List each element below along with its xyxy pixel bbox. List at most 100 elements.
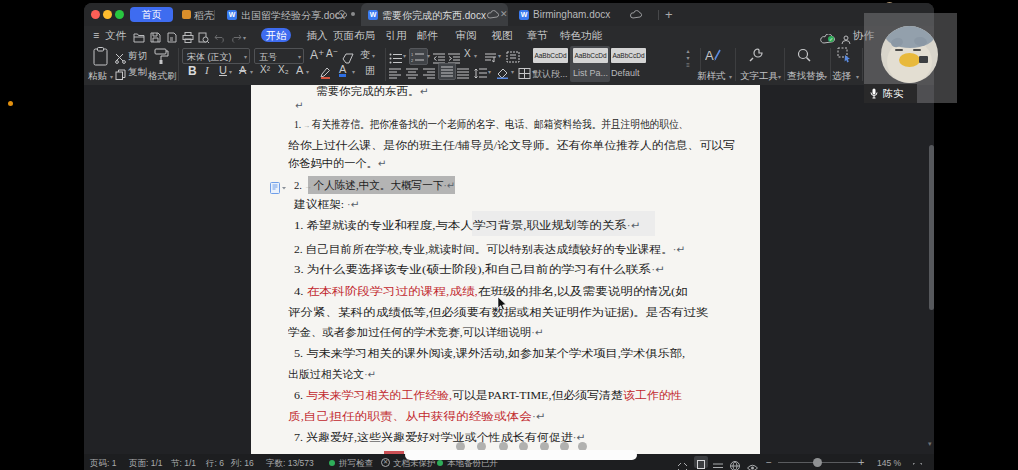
scroll-down-arrow[interactable]: ▾ (928, 440, 932, 448)
wps-writer-icon: W (368, 10, 378, 20)
document-tab[interactable]: W 出国留学经验分享.docx (220, 3, 360, 26)
select-icon[interactable] (837, 47, 853, 67)
cut-label[interactable]: 剪切 (128, 50, 147, 63)
docer-tab[interactable]: 稻壳 (194, 9, 214, 23)
paste-label[interactable]: 粘贴 (88, 70, 107, 83)
copy-icon[interactable] (115, 66, 126, 84)
doc-line: 1.→有关推荐信。把你准备找的一个老师的名字、电话、邮箱资料给我。并且注明他的职… (294, 116, 688, 132)
spellcheck-status-icon[interactable] (329, 460, 335, 466)
status-line: 行: 6 (206, 458, 224, 470)
fit-page-icon[interactable] (913, 458, 922, 470)
participant-name: 陈实 (883, 87, 903, 101)
zoom-percent[interactable]: 145 % (877, 458, 901, 468)
styles-scroll-buttons[interactable]: ▴▾≡ (683, 48, 693, 69)
protect-status-icon[interactable]: ✕ (381, 458, 390, 467)
shading-icon[interactable] (496, 65, 509, 83)
doc-line: 4. 在本科阶段学习过的课程,成绩,在班级的排名,以及需要说明的情况(如 (294, 283, 688, 299)
document-tab-title: 需要你完成的东西.docx (382, 9, 486, 23)
zoom-slider-knob[interactable] (813, 458, 822, 467)
ribbon-tab-6[interactable]: 视图 (490, 28, 515, 42)
ribbon-tab-4[interactable]: 邮件 (415, 28, 440, 42)
doc-line: 1. 希望就读的专业和程度,与本人学习背景,职业规划等的关系·↵ (294, 217, 640, 233)
font-color-button[interactable]: A (339, 63, 346, 77)
ribbon-tab-0[interactable]: 开始 (261, 28, 291, 42)
page-view-icon[interactable] (694, 456, 708, 468)
text-effects-button[interactable]: A (296, 64, 303, 76)
asian-layout-icon[interactable]: X (464, 48, 471, 59)
text-tools-icon[interactable] (748, 47, 764, 67)
vertical-scrollbar-thumb[interactable] (929, 145, 934, 310)
text-tools-label[interactable]: 文字工具 (740, 70, 778, 83)
highlight-color-icon[interactable] (319, 65, 332, 83)
format-painter-icon[interactable] (152, 47, 170, 69)
participant-name-label: 陈实 (864, 84, 917, 103)
ribbon-tab-1[interactable]: 插入 (305, 28, 330, 42)
line-spacing-icon[interactable] (474, 65, 487, 83)
align-center-icon[interactable] (406, 65, 418, 83)
web-view-icon[interactable] (730, 457, 740, 470)
doc-line: 你爸妈中的一个。↵ (288, 155, 386, 171)
distribute-icon[interactable] (457, 65, 469, 83)
font-size-combo[interactable]: 五号 ▾ (254, 48, 304, 64)
cloud-status-icon (487, 10, 500, 19)
wps-window: 首页 稻壳 W 出国留学经验分享.docx W 需要你完成的东西.docx ✕W… (84, 3, 934, 470)
document-tab-title: Birmingham.docx (533, 9, 610, 20)
paste-icon[interactable] (92, 47, 110, 71)
new-style-icon[interactable]: A (705, 47, 722, 67)
bold-button[interactable]: B (188, 64, 197, 78)
find-replace-icon[interactable] (796, 47, 812, 67)
zoom-out-button[interactable]: − (766, 457, 772, 468)
doc-line: 6. 与未来学习相关的工作经验,可以是PART-TIME,但必须写清楚该工作的性 (294, 387, 683, 403)
zoom-window-button[interactable] (115, 10, 124, 19)
select-label[interactable]: 选择 (832, 70, 851, 83)
fullscreen-icon[interactable] (678, 458, 687, 470)
phonetic-guide-icon[interactable]: 变 (360, 48, 370, 62)
copy-label[interactable]: 复制 (128, 66, 147, 79)
subscript-button[interactable]: X₂ (278, 64, 289, 75)
find-replace-label[interactable]: 查找替换 (787, 70, 825, 83)
decrease-font-icon[interactable]: A⁻ (326, 48, 338, 59)
minimize-window-button[interactable] (103, 10, 112, 19)
status-column: 列: 16 (231, 458, 254, 470)
paste-options-icon[interactable] (270, 180, 286, 198)
redo-dropdown-icon[interactable]: ▾ (243, 34, 246, 41)
ribbon-tab-3[interactable]: 引用 (384, 28, 409, 42)
align-left-icon[interactable] (389, 65, 401, 83)
ribbon-tab-8[interactable]: 特色功能 (558, 28, 604, 42)
document-tab[interactable]: W 需要你完成的东西.docx ✕ (361, 3, 508, 26)
numbered-list-icon[interactable]: 12 (409, 48, 428, 65)
outline-view-icon[interactable] (713, 458, 723, 470)
new-tab-button[interactable]: + (665, 7, 673, 22)
close-window-button[interactable] (91, 10, 100, 19)
document-tab[interactable]: W Birmingham.docx (512, 3, 655, 26)
style-card[interactable]: AaBbCcDd (533, 48, 568, 63)
italic-button[interactable]: I (205, 64, 209, 76)
file-menu[interactable]: 文件 (105, 29, 126, 43)
spellcheck-label[interactable]: 拼写检查 (339, 458, 373, 470)
strikethrough-button[interactable]: A (239, 64, 246, 76)
style-card[interactable]: AaBbCcDd (611, 48, 646, 63)
new-style-label[interactable]: 新样式 (697, 70, 726, 83)
close-tab-icon[interactable]: ✕ (500, 9, 508, 19)
eye-protect-icon[interactable] (747, 458, 758, 470)
format-painter-label[interactable]: 格式刷 (148, 70, 177, 83)
borders-icon[interactable] (518, 65, 531, 83)
ribbon-tab-7[interactable]: 章节 (525, 28, 550, 42)
hamburger-menu-icon[interactable]: ≡ (93, 29, 99, 41)
underline-button[interactable]: U (219, 64, 227, 76)
video-call-overlay[interactable]: 陈实 (864, 13, 957, 103)
participant-avatar (881, 26, 938, 83)
font-name-combo[interactable]: 宋体 (正文) ▾ (182, 48, 250, 64)
char-border-button[interactable]: 囲 (365, 64, 375, 78)
ribbon-tab-2[interactable]: 页面布局 (331, 28, 377, 42)
justify-icon[interactable] (438, 63, 456, 80)
align-right-icon[interactable] (423, 65, 435, 83)
ribbon-tab-5[interactable]: 审阅 (454, 28, 479, 42)
zoom-in-button[interactable]: + (858, 456, 864, 468)
document-page[interactable]: 需要你完成的东西。↵↵1.→有关推荐信。把你准备找的一个老师的名字、电话、邮箱资… (251, 85, 760, 454)
backup-status-icon[interactable] (437, 460, 443, 466)
superscript-button[interactable]: X² (260, 64, 270, 75)
increase-font-icon[interactable]: A⁺ (310, 48, 324, 62)
home-tab-button[interactable]: 首页 (130, 7, 173, 22)
style-card[interactable]: AaBbCcDd (573, 48, 608, 63)
